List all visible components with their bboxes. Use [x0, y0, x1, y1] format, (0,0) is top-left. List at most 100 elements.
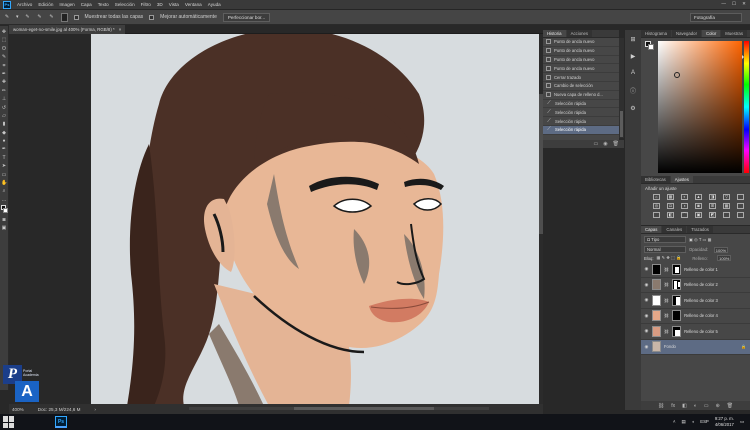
- layer-mask-thumbnail[interactable]: [672, 279, 682, 291]
- crop-tool-icon[interactable]: ⌗: [1, 63, 7, 69]
- canvas-horizontal-scrollbar[interactable]: [189, 407, 489, 410]
- adjustment-layer-icon[interactable]: ◐: [694, 403, 697, 409]
- menu-archivo[interactable]: Archivo: [17, 2, 32, 7]
- adjustment-icon[interactable]: [723, 212, 730, 218]
- quick-select-tool-icon[interactable]: ✎: [1, 54, 7, 60]
- history-brush-icon[interactable]: ↺: [1, 105, 7, 111]
- document-tab[interactable]: woman-eget-no-smile.jpg al 400% (Forma, …: [9, 25, 126, 34]
- new-document-from-state-icon[interactable]: ▭: [594, 141, 599, 147]
- eye-icon[interactable]: ◉: [644, 313, 649, 319]
- adjustment-icon[interactable]: ⌒: [681, 212, 688, 218]
- eye-icon[interactable]: ◉: [644, 266, 649, 272]
- tab-ajustes[interactable]: Ajustes: [670, 176, 693, 183]
- notifications-icon[interactable]: ▭: [740, 419, 744, 425]
- gradient-tool-icon[interactable]: ▮: [1, 121, 7, 127]
- path-select-tool-icon[interactable]: ➤: [1, 163, 7, 169]
- menu-imagen[interactable]: Imagen: [59, 2, 74, 7]
- adjustment-icon[interactable]: [737, 194, 744, 200]
- properties-panel-icon[interactable]: ⚙: [630, 105, 635, 112]
- tab-trazados[interactable]: Trazados: [687, 226, 713, 233]
- eye-icon[interactable]: ◉: [644, 328, 649, 334]
- quick-selection-icon[interactable]: ✎: [4, 14, 10, 20]
- adjustment-icon[interactable]: ◧: [667, 212, 674, 218]
- snapshot-icon[interactable]: ◉: [603, 141, 607, 147]
- portrait-canvas[interactable]: [9, 28, 543, 407]
- minimize-button[interactable]: —: [721, 1, 726, 7]
- auto-enhance-checkbox[interactable]: [149, 14, 155, 20]
- link-icon[interactable]: ⛓: [664, 329, 669, 334]
- tab-color[interactable]: Color: [702, 30, 721, 37]
- link-layers-icon[interactable]: ⛓: [658, 403, 664, 409]
- chevron-down-icon[interactable]: ▾: [16, 14, 19, 20]
- tab-histograma[interactable]: Histograma: [641, 30, 671, 37]
- menu-texto[interactable]: Texto: [98, 2, 109, 7]
- link-icon[interactable]: ⛓: [664, 282, 669, 287]
- fg-bg-color-swatch[interactable]: [0, 205, 8, 214]
- trash-icon[interactable]: 🗑: [613, 141, 619, 147]
- layer-row[interactable]: ◉ ⛓ Relleno de color 3: [641, 293, 750, 309]
- tab-historia[interactable]: Historia: [543, 30, 566, 37]
- fill-field[interactable]: 100%: [717, 255, 732, 261]
- history-item[interactable]: Nueva capa de relleno d...: [543, 91, 619, 100]
- menu-vista[interactable]: Vista: [169, 2, 179, 7]
- workspace-select[interactable]: Fotografía: [690, 13, 742, 22]
- menu-seleccion[interactable]: Selección: [115, 2, 135, 7]
- history-item[interactable]: ⟋ Selección rápida: [543, 125, 619, 135]
- maximize-button[interactable]: ☐: [732, 1, 736, 7]
- blur-tool-icon[interactable]: ◆: [1, 130, 7, 136]
- adjustment-icon[interactable]: ▣: [695, 212, 702, 218]
- hand-tool-icon[interactable]: ✋: [1, 180, 7, 186]
- subtract-selection-icon[interactable]: ✎: [49, 14, 55, 20]
- healing-tool-icon[interactable]: ✚: [1, 79, 7, 85]
- character-panel-icon[interactable]: A: [631, 70, 635, 76]
- trash-icon[interactable]: 🗑: [727, 403, 733, 409]
- eye-icon[interactable]: ◉: [644, 282, 649, 288]
- marquee-tool-icon[interactable]: ⬚: [1, 37, 7, 43]
- keyboard-language[interactable]: ESP: [700, 419, 709, 424]
- add-selection-icon[interactable]: ✎: [37, 14, 43, 20]
- eye-icon[interactable]: ◉: [644, 297, 649, 303]
- tab-bibliotecas[interactable]: Bibliotecas: [641, 176, 670, 183]
- adjustment-icon[interactable]: ⚖: [667, 203, 674, 209]
- eye-icon[interactable]: ◉: [644, 344, 649, 350]
- lasso-tool-icon[interactable]: ʘ: [1, 46, 7, 52]
- menu-ventana[interactable]: Ventana: [185, 2, 202, 7]
- history-item[interactable]: Cambio de selección: [543, 82, 619, 91]
- adjustment-icon[interactable]: ◑: [681, 203, 688, 209]
- layer-row[interactable]: ◉ Fondo 🔒: [641, 339, 750, 355]
- refine-edge-button[interactable]: Perfeccionar bor...: [222, 12, 271, 22]
- link-icon[interactable]: ⛓: [664, 267, 669, 272]
- adjustment-icon[interactable]: ◩: [709, 212, 716, 218]
- taskbar-photoshop-icon[interactable]: Ps: [55, 416, 67, 428]
- adjustment-icon[interactable]: ▽: [723, 194, 730, 200]
- saturation-value-picker[interactable]: [658, 41, 742, 173]
- tab-navegador[interactable]: Navegador: [671, 30, 702, 37]
- network-icon[interactable]: ▤: [682, 419, 686, 425]
- color-swatch[interactable]: [645, 41, 654, 50]
- history-item[interactable]: Punto de ancla nuevo: [543, 56, 619, 65]
- quick-mask-icon[interactable]: ◙: [1, 217, 7, 223]
- move-tool-icon[interactable]: ✥: [1, 29, 7, 35]
- history-item[interactable]: Punto de ancla nuevo: [543, 47, 619, 56]
- lock-icons[interactable]: ▦ ✎ ✥ ⬚ 🔒: [657, 255, 682, 261]
- zoom-level[interactable]: 400%: [12, 407, 24, 412]
- adjustment-icon[interactable]: ◙: [695, 203, 702, 209]
- layer-mask-thumbnail[interactable]: [672, 294, 682, 306]
- layer-mask-thumbnail[interactable]: [672, 325, 682, 337]
- adjustment-icon[interactable]: [653, 212, 660, 218]
- history-item[interactable]: Cerrar trazado: [543, 73, 619, 82]
- history-panel-icon[interactable]: ⊞: [630, 36, 635, 43]
- actions-panel-icon[interactable]: ▶: [631, 53, 636, 60]
- close-tab-icon[interactable]: ×: [119, 27, 122, 32]
- stamp-tool-icon[interactable]: ⊥: [1, 96, 7, 102]
- opacity-field[interactable]: 100%: [714, 246, 728, 253]
- color-picker-ring[interactable]: [674, 72, 680, 78]
- adjustment-icon[interactable]: ⊞: [709, 203, 716, 209]
- menu-edicion[interactable]: Edición: [38, 2, 53, 7]
- history-item[interactable]: ⟋ Selección rápida: [543, 100, 619, 109]
- layer-filter-select[interactable]: Ω Tipo: [644, 236, 686, 243]
- adjustment-icon[interactable]: ◐: [681, 194, 688, 200]
- link-icon[interactable]: ⛓: [664, 313, 669, 318]
- type-tool-icon[interactable]: T: [1, 155, 7, 161]
- tray-arrow-icon[interactable]: ˄: [673, 419, 676, 424]
